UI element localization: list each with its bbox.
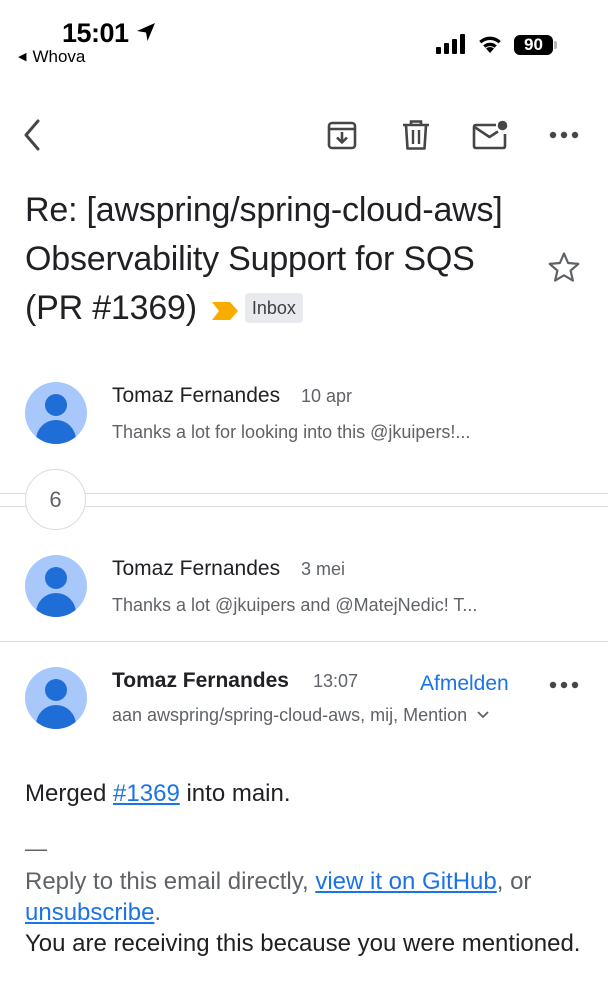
avatar-body [36,420,76,444]
battery-indicator: 90 [514,35,558,55]
avatar-body [36,705,76,729]
star-icon[interactable] [546,250,582,286]
inbox-label-chip[interactable]: Inbox [244,293,303,323]
email-subject: Re: [awspring/spring-cloud-aws] Observab… [25,186,535,333]
message-more-button[interactable] [549,669,581,701]
message-date: 10 apr [301,386,353,406]
more-icon [549,131,579,139]
mark-unread-icon [472,120,508,150]
location-arrow-icon [137,23,155,41]
footer-receiving-text: You are receiving this because you were … [25,930,581,957]
message-sender: Tomaz Fernandes [112,384,281,407]
wifi-icon [479,36,501,53]
avatar [25,555,87,617]
unsubscribe-button[interactable]: Afmelden [420,672,509,696]
clock: 15:01 [62,18,129,48]
avatar-body [36,593,76,617]
avatar[interactable] [25,667,87,729]
unsubscribe-link[interactable]: unsubscribe [25,899,154,926]
battery-cap [554,41,557,49]
footer-reply-text: Reply to this email directly, [25,868,316,895]
importance-marker-icon[interactable] [211,301,239,321]
pr-link[interactable]: #1369 [113,780,180,807]
more-options-button[interactable] [544,115,584,155]
recipients-details[interactable]: aan awspring/spring-cloud-aws, mij, Ment… [112,705,490,726]
signature-separator: — [25,836,47,861]
collapsed-messages-count[interactable]: 6 [25,469,86,530]
footer-or-text: , or [496,868,532,895]
back-to-app-link[interactable]: ◀ Whova [18,47,85,67]
message-snippet: Thanks a lot @jkuipers and @MatejNedic! … [112,595,478,615]
status-bar: 15:01 ◀ Whova 90 [0,0,608,80]
open-message-sender: Tomaz Fernandes [112,669,289,692]
archive-icon [327,121,357,150]
battery-level: 90 [514,35,553,55]
avatar-head [45,567,67,589]
recipients-text: aan awspring/spring-cloud-aws, mij, Ment… [112,705,468,725]
email-footer: Reply to this email directly, view it on… [25,866,585,959]
email-toolbar [0,110,608,160]
more-icon [549,681,579,689]
back-triangle-icon: ◀ [18,51,27,63]
avatar [25,382,87,444]
delete-button[interactable] [396,115,436,155]
message-date: 3 mei [301,559,346,579]
chevron-down-icon [477,711,489,719]
body-prefix: Merged [25,780,114,807]
message-snippet: Thanks a lot for looking into this @jkui… [112,422,471,442]
back-app-label: Whova [32,47,86,66]
collapsed-divider-bottom [0,506,608,507]
avatar-head [45,394,67,416]
footer-period: . [154,899,162,926]
body-suffix: into main. [179,780,291,807]
mark-unread-button[interactable] [470,115,510,155]
message-sender: Tomaz Fernandes [112,557,281,580]
delete-icon [403,120,429,150]
cellular-signal-icon [436,34,465,54]
message-body: Merged #1369 into main. [25,778,585,809]
message-divider [0,641,608,642]
avatar-head [45,679,67,701]
archive-button[interactable] [322,115,362,155]
back-button[interactable] [14,115,54,155]
collapsed-divider-top [0,493,608,494]
view-on-github-link[interactable]: view it on GitHub [315,868,496,895]
open-message-time: 13:07 [313,671,359,691]
back-icon [24,119,40,151]
